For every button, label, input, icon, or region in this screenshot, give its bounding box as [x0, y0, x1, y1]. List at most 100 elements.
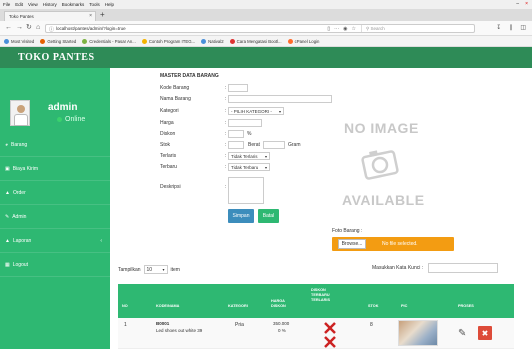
batal-button[interactable]: Batal [258, 209, 279, 223]
menu-file[interactable]: File [3, 2, 10, 7]
table-search-input[interactable] [428, 263, 498, 273]
length-select[interactable]: 10 ▾ [143, 265, 168, 274]
globe-icon [141, 38, 147, 44]
tab-title: Toko Pantes [9, 14, 34, 19]
simpan-button[interactable]: Simpan [228, 209, 254, 223]
table-row: 1 B0001 Led shoes out white 39 Pria 350.… [118, 318, 514, 349]
tab-close-icon[interactable]: × [89, 13, 92, 19]
blogger-icon [229, 38, 235, 44]
reload-icon[interactable]: ↻ [26, 24, 32, 32]
terlaris-select[interactable]: Tidak Terlaris ▾ [228, 152, 270, 160]
bookmark-item[interactable]: cPanel Login [287, 38, 319, 44]
more-icon[interactable]: ⋯ [334, 26, 339, 32]
window-controls: – × [516, 1, 528, 7]
label-kode-barang: Kode Barang [160, 85, 190, 91]
label-terbaru: Terbaru [160, 164, 177, 170]
kategori-select[interactable]: - PILIH KATEGORI - ▾ [228, 107, 284, 115]
browse-button[interactable]: Browse... [338, 239, 366, 249]
chevron-left-icon: ‹ [100, 237, 102, 244]
menu-edit[interactable]: Edit [15, 2, 23, 7]
pocket-icon[interactable]: ◉ [343, 26, 347, 32]
forward-icon[interactable]: → [16, 24, 23, 32]
colon: : [225, 120, 227, 126]
bookmark-item[interactable]: Most Visited [4, 38, 34, 44]
online-dot-icon [57, 117, 62, 122]
info-icon[interactable]: ⓘ [49, 26, 54, 33]
user-name: admin [48, 102, 78, 113]
reader-icon[interactable]: ▯ [327, 26, 330, 32]
back-icon[interactable]: ← [5, 24, 12, 32]
no-image-text: NO IMAGE [344, 120, 419, 136]
menu-bookmarks[interactable]: Bookmarks [62, 2, 85, 7]
home-icon[interactable]: ⌂ [36, 24, 40, 32]
th-kode-nama[interactable]: KODE/NAMA [156, 304, 179, 309]
colon: : [225, 184, 227, 190]
sidebar-item-laporan[interactable]: ▲ Laporan ‹ [0, 229, 110, 253]
kode-barang-input[interactable] [228, 84, 248, 92]
edit-icon[interactable]: ✎ [458, 328, 466, 339]
harga-input[interactable] [228, 119, 262, 127]
new-tab-icon[interactable]: + [100, 11, 105, 19]
page-icon [82, 38, 88, 44]
library-icon[interactable]: ∥ [509, 24, 512, 31]
label-terlaris: Terlaris [160, 153, 177, 159]
th-proses[interactable]: PROSES [458, 304, 474, 309]
diskon-input[interactable] [228, 130, 244, 138]
bookmark-item[interactable]: Contoh Program ITEG... [141, 38, 195, 44]
cell-diskon: 0 % [278, 328, 286, 333]
sidebar-item-barang[interactable]: ◕ Barang [0, 133, 110, 157]
sidebar-item-logout[interactable]: ▦ Logout [0, 253, 110, 277]
not-terbaru-icon [324, 322, 336, 334]
bookmark-item[interactable]: Credentials - Pasar An... [82, 38, 136, 44]
bookmark-item[interactable]: Natival2 [201, 38, 224, 44]
avatar-body [14, 114, 28, 126]
label-diskon: Diskon [160, 131, 176, 137]
stok-input[interactable] [228, 141, 244, 149]
toolbar-icons: ↧ ∥ ◫ [496, 24, 526, 31]
colon: : [225, 142, 227, 148]
brand-logo[interactable]: TOKO PANTES [18, 52, 95, 63]
bookmark-star-icon[interactable]: ☆ [352, 26, 356, 32]
terbaru-select[interactable]: Tidak Terbaru ▾ [228, 163, 270, 171]
th-harga-diskon[interactable]: HARGA DISKON [271, 299, 293, 309]
download-icon[interactable]: ↧ [496, 24, 501, 31]
sidebar-item-biaya-kirim[interactable]: ▣ Biaya Kirim [0, 157, 110, 181]
globe-icon [201, 38, 207, 44]
sidebar: admin Online ◕ Barang ▣ Biaya Kirim ▲ Or… [0, 68, 110, 349]
label-harga: Harga [160, 120, 174, 126]
camera-icon [361, 150, 399, 180]
browser-tab[interactable]: Toko Pantes × [4, 11, 96, 21]
menu-view[interactable]: View [28, 2, 38, 7]
th-stok[interactable]: STOK [368, 304, 378, 309]
close-window-icon[interactable]: × [525, 1, 528, 7]
berat-input[interactable] [263, 141, 285, 149]
menu-history[interactable]: History [43, 2, 57, 7]
app-header: TOKO PANTES [0, 47, 532, 68]
nama-barang-input[interactable] [228, 95, 332, 103]
cell-nama: Led shoes out white 39 [156, 328, 203, 333]
deskripsi-textarea[interactable] [228, 177, 264, 204]
colon: : [225, 85, 227, 91]
bookmark-item[interactable]: Cara Mengatasi Bootl... [229, 38, 282, 44]
sidebar-item-admin[interactable]: ✎ Admin [0, 205, 110, 229]
sidebar-item-order[interactable]: ▲ Order [0, 181, 110, 205]
colon: : [225, 96, 227, 102]
chevron-down-icon: ▾ [162, 267, 165, 272]
th-diskon-terbaru-terlaris[interactable]: DISKON TERBARU TERLARIS [311, 288, 337, 303]
delete-icon[interactable]: ✖ [478, 326, 492, 340]
sidebar-toggle-icon[interactable]: ◫ [520, 24, 526, 31]
minimize-icon[interactable]: – [516, 1, 519, 7]
user-icon: ✎ [5, 213, 10, 220]
menu-help[interactable]: Help [105, 2, 114, 7]
bookmark-item[interactable]: Getting Started [40, 38, 76, 44]
product-thumbnail[interactable] [398, 320, 438, 346]
search-box[interactable]: ⚲ Search [361, 25, 471, 32]
chart-icon: ▲ [5, 237, 10, 244]
menu-tools[interactable]: Tools [89, 2, 100, 7]
address-bar[interactable]: ⓘ localhost/pantes/admin/?login=true ▯ ⋯… [45, 24, 475, 33]
th-pic[interactable]: PIC [401, 304, 407, 309]
th-kategori[interactable]: KATEGORI [228, 304, 248, 309]
diskon-unit: % [247, 131, 252, 137]
th-no[interactable]: NO [122, 304, 128, 309]
firefox-icon [40, 38, 46, 44]
